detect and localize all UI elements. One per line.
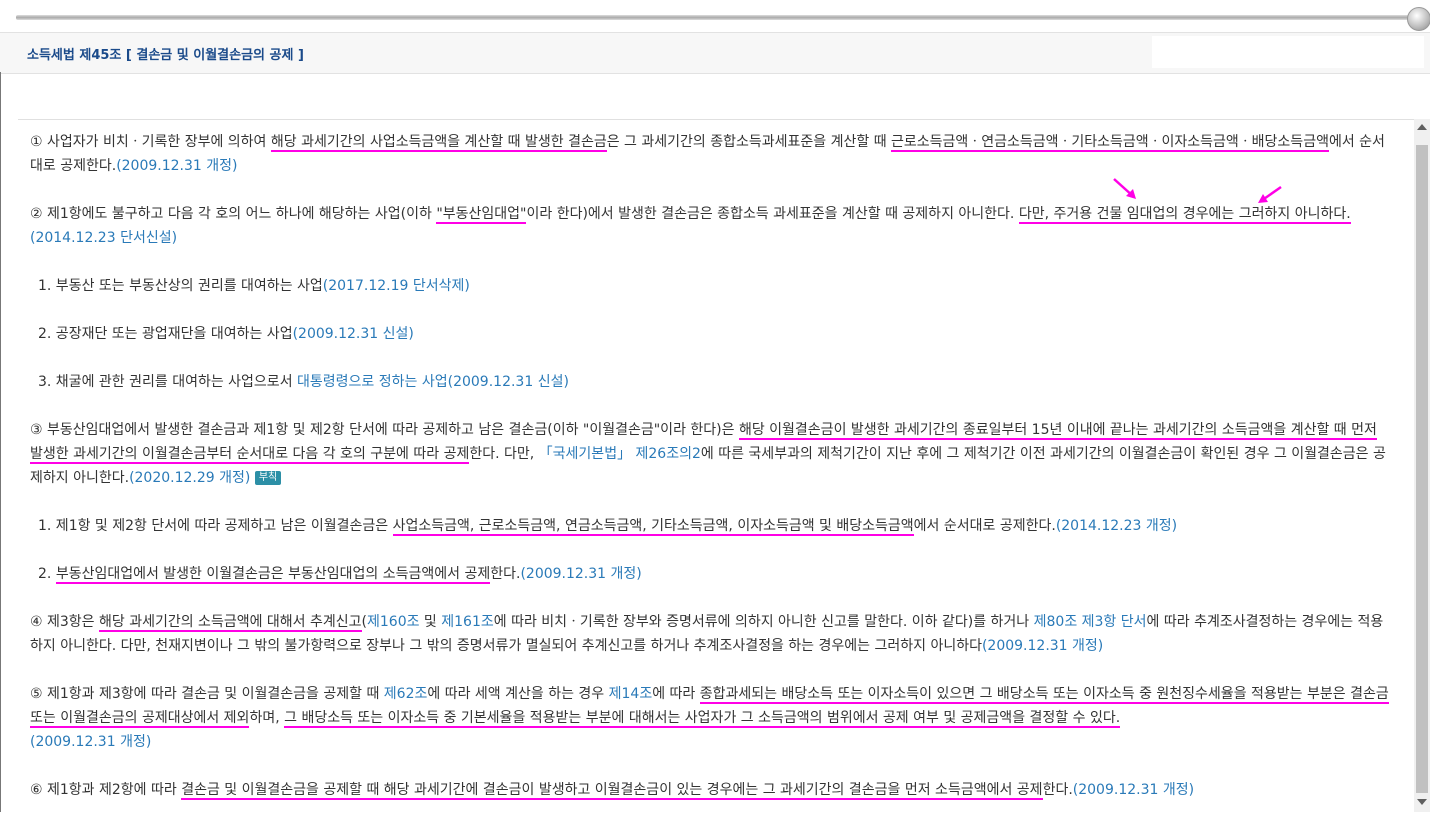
p3-amend-link[interactable]: (2020.12.29 개정) — [129, 470, 250, 486]
national-tax-act-link[interactable]: 「국세기본법」 제26조의2 — [539, 446, 701, 462]
item-amend-link[interactable]: (2009.12.31 개정) — [520, 566, 641, 582]
page-title: 소득세법 제45조 [ 결손금 및 이월결손금의 공제 ] — [27, 48, 304, 63]
paragraph-4: ④ 제3항은 해당 과세기간의 소득금액에 대해서 추계신고(제160조 및 제… — [30, 610, 1392, 658]
p2-text-2: 이라 한다)에서 발생한 결손금은 종합소득 과세표준을 계산할 때 공제하지 … — [526, 206, 1019, 222]
law-content-panel: ① 사업자가 비치ㆍ기록한 장부에 의하여 해당 과세기간의 사업소득금액을 계… — [18, 119, 1414, 813]
p5-text-4: 하며, — [249, 710, 285, 726]
p2-amend-link[interactable]: (2014.12.23 단서신설) — [30, 230, 177, 246]
item-amend-link[interactable]: (2014.12.23 개정) — [1056, 518, 1177, 534]
item-underline: 사업소득금액, 근로소득금액, 연금소득금액, 기타소득금액, 이자소득금액 및… — [392, 518, 914, 536]
article-161-link[interactable]: 제161조 — [441, 614, 493, 630]
p5-text: ⑤ 제1항과 제3항에 따라 결손금 및 이월결손금을 공제할 때 — [30, 686, 384, 702]
p4-amend-link[interactable]: (2009.12.31 개정) — [982, 638, 1103, 654]
decree-link[interactable]: 대통령령으로 정하는 사업 — [297, 374, 448, 390]
item-text: 1. 부동산 또는 부동산상의 권리를 대여하는 사업 — [38, 278, 323, 294]
scroll-up-icon[interactable] — [1417, 124, 1427, 130]
article-160-link[interactable]: 제160조 — [367, 614, 419, 630]
p1-text-2: 은 그 과세기간의 종합소득과세표준을 계산할 때 — [606, 134, 892, 150]
p6-text: ⑥ 제1항과 제2항에 따라 — [30, 782, 182, 798]
p5-amend-link[interactable]: (2009.12.31 개정) — [30, 734, 151, 750]
p4-text: ④ 제3항은 — [30, 614, 99, 630]
p6-amend-link[interactable]: (2009.12.31 개정) — [1073, 782, 1194, 798]
p5-text-2: 에 따라 세액 계산을 하는 경우 — [427, 686, 609, 702]
p5-text-3: 에 따라 — [652, 686, 700, 702]
item-amend-link[interactable]: (2009.12.31 신설) — [448, 374, 569, 390]
p1-underline-2: 근로소득금액ㆍ연금소득금액ㆍ기타소득금액ㆍ이자소득금액ㆍ배당소득금액 — [891, 134, 1329, 152]
article-14-link[interactable]: 제14조 — [609, 686, 653, 702]
top-slider-bar — [0, 0, 1430, 32]
p2-underline-2: 다만, 주거용 건물 임대업의 경우에는 그러하지 아니하다. — [1018, 206, 1351, 224]
item-text-2: 에서 순서대로 공제한다. — [913, 518, 1056, 534]
item-text: 2. 공장재단 또는 광업재단을 대여하는 사업 — [38, 326, 293, 342]
p4-text-3: 및 — [419, 614, 442, 630]
p4-text-4: 에 따라 비치ㆍ기록한 장부와 증명서류에 의하지 아니한 신고를 말한다. 이… — [493, 614, 1034, 630]
p2-item-1: 1. 부동산 또는 부동산상의 권리를 대여하는 사업(2017.12.19 단… — [38, 274, 1392, 298]
p3-item-2: 2. 부동산임대업에서 발생한 이월결손금은 부동산임대업의 소득금액에서 공제… — [38, 562, 1392, 586]
annotation-arrow-icon — [1113, 178, 1136, 199]
law-content: ① 사업자가 비치ㆍ기록한 장부에 의하여 해당 과세기간의 사업소득금액을 계… — [30, 130, 1392, 813]
paragraph-3: ③ 부동산임대업에서 발생한 결손금과 제1항 및 제2항 단서에 따라 공제하… — [30, 418, 1392, 490]
article-62-link[interactable]: 제62조 — [384, 686, 428, 702]
paragraph-1: ① 사업자가 비치ㆍ기록한 장부에 의하여 해당 과세기간의 사업소득금액을 계… — [30, 130, 1392, 178]
item-amend-link[interactable]: (2017.12.19 단서삭제) — [323, 278, 470, 294]
p5-underline-2: 그 배당소득 또는 이자소득 중 기본세율을 적용받는 부분에 대해서는 사업자… — [284, 710, 1121, 728]
p2-item-2: 2. 공장재단 또는 광업재단을 대여하는 사업(2009.12.31 신설) — [38, 322, 1392, 346]
slider-knob[interactable] — [1407, 7, 1430, 31]
annotation-arrow-icon — [1258, 185, 1282, 203]
vertical-scrollbar[interactable] — [1414, 119, 1430, 812]
p2-underline-1: "부동산임대업" — [436, 206, 527, 224]
p1-underline-1: 해당 과세기간의 사업소득금액을 계산할 때 발생한 결손금 — [270, 134, 607, 152]
scroll-down-icon[interactable] — [1417, 799, 1427, 805]
p3-item-1: 1. 제1항 및 제2항 단서에 따라 공제하고 남은 이월결손금은 사업소득금… — [38, 514, 1392, 538]
addenda-badge[interactable]: 부칙 — [254, 471, 282, 485]
title-side-panel — [1152, 36, 1424, 68]
p6-underline-1: 결손금 및 이월결손금을 공제할 때 해당 과세기간에 결손금이 발생하고 이월… — [181, 782, 1043, 800]
item-amend-link[interactable]: (2009.12.31 신설) — [293, 326, 414, 342]
frame-border — [0, 72, 1, 812]
item-text-2: 한다. — [490, 566, 521, 582]
scroll-thumb[interactable] — [1416, 145, 1428, 793]
p6-text-2: 한다. — [1042, 782, 1073, 798]
slider-track[interactable] — [16, 15, 1412, 20]
item-text: 2. — [38, 566, 56, 582]
p2-text: ② 제1항에도 불구하고 다음 각 호의 어느 하나에 해당하는 사업(이하 — [30, 206, 437, 222]
paragraph-6: ⑥ 제1항과 제2항에 따라 결손금 및 이월결손금을 공제할 때 해당 과세기… — [30, 778, 1392, 802]
p1-amend-link[interactable]: (2009.12.31 개정) — [116, 158, 237, 174]
article-80-link[interactable]: 제80조 제3항 단서 — [1034, 614, 1147, 630]
p3-text-2: 한다. 다만, — [469, 446, 539, 462]
item-text: 1. 제1항 및 제2항 단서에 따라 공제하고 남은 이월결손금은 — [38, 518, 393, 534]
p1-text: ① 사업자가 비치ㆍ기록한 장부에 의하여 — [30, 134, 271, 150]
paragraph-2: ② 제1항에도 불구하고 다음 각 호의 어느 하나에 해당하는 사업(이하 "… — [30, 202, 1392, 250]
p3-text: ③ 부동산임대업에서 발생한 결손금과 제1항 및 제2항 단서에 따라 공제하… — [30, 422, 739, 438]
p2-item-3: 3. 채굴에 관한 권리를 대여하는 사업으로서 대통령령으로 정하는 사업(2… — [38, 370, 1392, 394]
p4-underline-1: 해당 과세기간의 소득금액에 대해서 추계신고 — [99, 614, 362, 632]
paragraph-5: ⑤ 제1항과 제3항에 따라 결손금 및 이월결손금을 공제할 때 제62조에 … — [30, 682, 1392, 754]
item-text: 3. 채굴에 관한 권리를 대여하는 사업으로서 — [38, 374, 298, 390]
article-title-bar: 소득세법 제45조 [ 결손금 및 이월결손금의 공제 ] — [0, 32, 1430, 74]
item-underline: 부동산임대업에서 발생한 이월결손금은 부동산임대업의 소득금액에서 공제 — [55, 566, 491, 584]
